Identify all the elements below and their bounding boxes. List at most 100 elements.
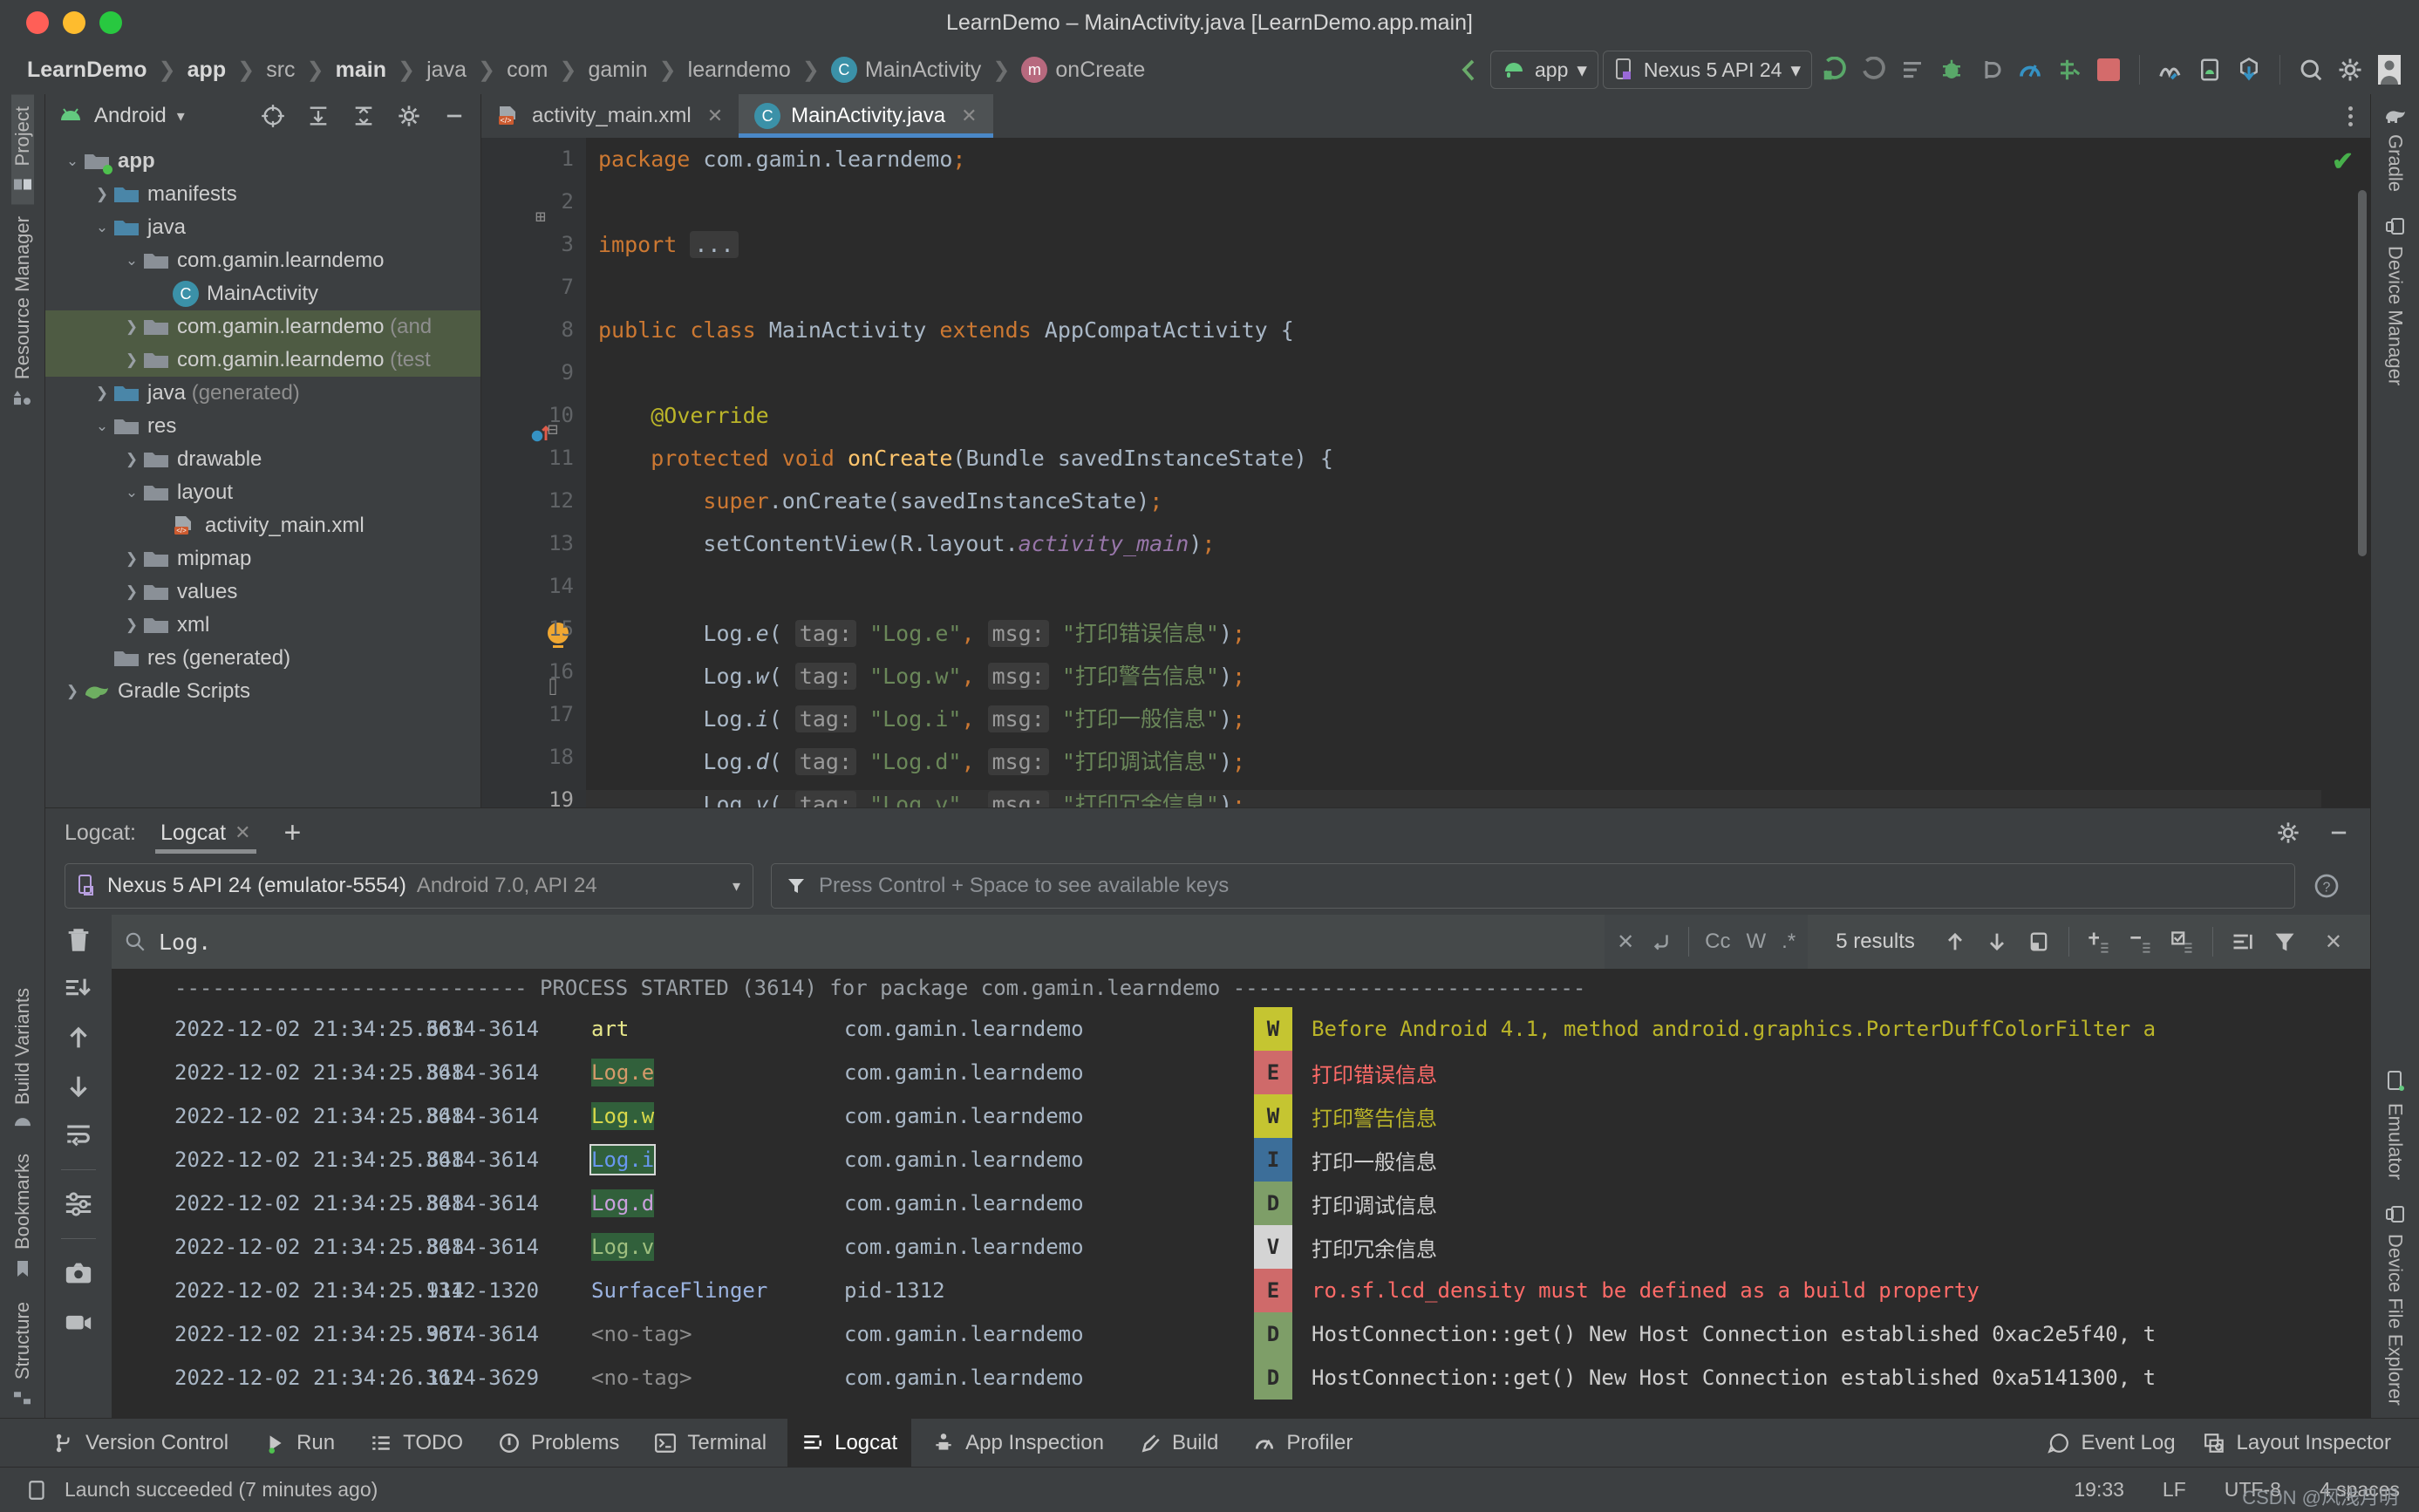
tool-window-terminal[interactable]: Terminal xyxy=(640,1419,780,1468)
avd-manager-icon[interactable] xyxy=(2192,52,2227,87)
logcat-row[interactable]: 2022-12-02 21:34:25.848 3614-3614 Log.i com… xyxy=(112,1138,2370,1182)
rail-item-resource-manager[interactable]: Resource Manager xyxy=(11,204,34,418)
breadcrumb-item-learndemo[interactable]: learndemo xyxy=(680,58,799,83)
expand-arrow-icon[interactable]: ❯ xyxy=(120,616,143,634)
settings-gear-icon[interactable] xyxy=(2271,815,2306,850)
fold-import-icon[interactable]: ⊞ xyxy=(535,206,546,227)
tree-node-java[interactable]: ❯ java (generated) xyxy=(45,377,480,410)
module-selector[interactable]: app ▾ xyxy=(1489,51,1598,89)
scroll-to-end-icon[interactable] xyxy=(64,974,93,1004)
logcat-row[interactable]: 2022-12-02 21:34:25.914 1312-1320 SurfaceF… xyxy=(112,1269,2370,1312)
match-case-toggle[interactable]: Cc xyxy=(1705,930,1730,954)
restore-icon[interactable] xyxy=(1650,930,1673,953)
arrow-down-icon[interactable] xyxy=(1985,930,2009,954)
expand-arrow-icon[interactable]: ⌄ xyxy=(120,252,143,269)
sdk-download-icon[interactable] xyxy=(2232,52,2266,87)
rail-item-emulator[interactable]: Emulator xyxy=(2384,1058,2407,1192)
tool-window-run[interactable]: Run xyxy=(249,1419,349,1468)
add-logcat-tab-button[interactable]: + xyxy=(276,816,310,850)
tree-node-mipmap[interactable]: ❯ mipmap xyxy=(45,542,480,576)
toggle-filter-icon[interactable] xyxy=(2170,930,2195,954)
debug-icon[interactable] xyxy=(1934,52,1969,87)
close-icon[interactable]: ✕ xyxy=(961,105,977,127)
editor-marker-strip[interactable]: ✔ xyxy=(2321,138,2370,807)
expand-arrow-icon[interactable]: ❯ xyxy=(120,351,143,369)
tree-node-com-gamin-learndemo[interactable]: ⌄ com.gamin.learndemo xyxy=(45,244,480,277)
code-line-19[interactable]: Log.v( tag: "Log.v", msg: "打印冗余信息"); xyxy=(598,787,1245,807)
rail-item-project[interactable]: Project xyxy=(10,94,34,205)
breadcrumb-item-learndemo[interactable]: LearnDemo xyxy=(19,58,155,83)
window-controls[interactable] xyxy=(0,11,122,34)
expand-arrow-icon[interactable]: ❯ xyxy=(120,583,143,601)
collapse-all-icon[interactable] xyxy=(346,99,381,133)
remove-filter-icon[interactable] xyxy=(2129,930,2153,954)
editor-options-kebab-icon[interactable] xyxy=(2330,94,2370,138)
tree-node-values[interactable]: ❯ values xyxy=(45,576,480,609)
device-manager-icon[interactable] xyxy=(2153,52,2188,87)
expand-arrow-icon[interactable]: ⌄ xyxy=(91,418,113,435)
logcat-device-selector[interactable]: Nexus 5 API 24 (emulator-5554) Android 7… xyxy=(65,863,753,909)
rail-item-device-manager[interactable]: Device Manager xyxy=(2384,204,2407,398)
tool-window-event-log[interactable]: Event Log xyxy=(2034,1419,2189,1468)
logcat-row[interactable]: 2022-12-02 21:34:25.848 3614-3614 Log.v com… xyxy=(112,1225,2370,1269)
chevron-down-icon[interactable]: ▾ xyxy=(177,107,185,126)
back-chevron-icon[interactable] xyxy=(1451,52,1486,87)
select-all-occurrences-icon[interactable] xyxy=(2027,930,2051,954)
format-icon[interactable] xyxy=(2231,930,2255,954)
expand-arrow-icon[interactable]: ❯ xyxy=(120,451,143,468)
code-line-16[interactable]: Log.w( tag: "Log.w", msg: "打印警告信息"); xyxy=(598,659,1245,691)
code-line-11[interactable]: protected void onCreate(Bundle savedInst… xyxy=(598,446,1333,471)
status-line-separator[interactable]: LF xyxy=(2163,1478,2186,1502)
editor-scrollbar[interactable] xyxy=(2358,190,2367,556)
tool-window-app-inspection[interactable]: App Inspection xyxy=(918,1419,1118,1468)
attach-debugger-icon[interactable] xyxy=(1973,52,2008,87)
expand-arrow-icon[interactable]: ❯ xyxy=(91,186,113,203)
breadcrumb-item-java[interactable]: java xyxy=(419,58,474,83)
help-icon[interactable]: ? xyxy=(2313,872,2351,900)
tree-node-com-gamin-learndemo[interactable]: ❯ com.gamin.learndemo (test xyxy=(45,344,480,377)
settings-sliders-icon[interactable] xyxy=(64,1189,93,1219)
tree-node-res[interactable]: ⌄ res xyxy=(45,410,480,443)
tool-window-version-control[interactable]: Version Control xyxy=(38,1419,242,1468)
hide-icon[interactable] xyxy=(437,99,472,133)
tree-node-layout[interactable]: ⌄ layout xyxy=(45,476,480,509)
screen-record-icon[interactable] xyxy=(64,1307,93,1337)
soft-wrap-icon[interactable] xyxy=(64,1120,93,1150)
expand-arrow-icon[interactable]: ❯ xyxy=(61,683,84,700)
tree-node-app[interactable]: ⌄ app xyxy=(45,145,480,178)
breadcrumb-item-oncreate[interactable]: m onCreate xyxy=(1013,57,1153,83)
code-line-12[interactable]: super.onCreate(savedInstanceState); xyxy=(598,488,1162,514)
editor-tab-activity-main-xml[interactable]: </> activity_main.xml ✕ xyxy=(481,94,739,138)
logcat-row[interactable]: 2022-12-02 21:34:25.848 3614-3614 Log.w com… xyxy=(112,1094,2370,1138)
layout-inspector-icon[interactable] xyxy=(2052,52,2087,87)
tool-window-profiler[interactable]: Profiler xyxy=(1239,1419,1366,1468)
add-filter-icon[interactable] xyxy=(2087,930,2111,954)
code-line-10[interactable]: @Override xyxy=(598,403,768,428)
logcat-row[interactable]: 2022-12-02 21:34:25.937 3614-3614 <no-tag>… xyxy=(112,1312,2370,1356)
close-icon[interactable]: ✕ xyxy=(707,105,723,127)
tree-node-manifests[interactable]: ❯ manifests xyxy=(45,178,480,211)
logcat-row[interactable]: 2022-12-02 21:34:25.848 3614-3614 Log.e com… xyxy=(112,1051,2370,1094)
rail-item-device-file-explorer[interactable]: Device File Explorer xyxy=(2384,1192,2407,1418)
logcat-output[interactable]: ---------------------------- PROCESS STA… xyxy=(112,969,2370,1418)
code-line-8[interactable]: public class MainActivity extends AppCom… xyxy=(598,317,1294,343)
expand-all-icon[interactable] xyxy=(301,99,336,133)
editor-gutter[interactable]: ⊞ ⊟ ⌷ 12378910111213141516171819202122 xyxy=(481,138,586,807)
arrow-up-icon[interactable] xyxy=(64,1023,93,1052)
breadcrumb[interactable]: LearnDemo ❯ app ❯ src ❯ main ❯ java ❯ com ❯ gamin ❯ le… xyxy=(19,57,1153,83)
regex-toggle[interactable]: .* xyxy=(1782,930,1796,954)
profiler-icon[interactable] xyxy=(2013,52,2048,87)
arrow-down-icon[interactable] xyxy=(64,1072,93,1101)
device-selector[interactable]: Nexus 5 API 24 ▾ xyxy=(1602,51,1812,89)
trash-icon[interactable] xyxy=(64,925,93,955)
logcat-row[interactable]: 2022-12-02 21:34:26.112 3614-3629 <no-tag>… xyxy=(112,1356,2370,1400)
stop-icon[interactable] xyxy=(2091,52,2126,87)
close-window-button[interactable] xyxy=(26,11,49,34)
rail-item-structure[interactable]: Structure xyxy=(11,1290,34,1418)
expand-arrow-icon[interactable]: ❯ xyxy=(120,318,143,336)
maximize-window-button[interactable] xyxy=(99,11,122,34)
code-line-3[interactable]: import ... xyxy=(598,231,739,258)
logcat-row[interactable]: 2022-12-02 21:34:25.848 3614-3614 Log.d com… xyxy=(112,1182,2370,1225)
code-text[interactable]: package com.gamin.learndemo; import ... pu… xyxy=(586,138,2321,807)
settings-gear-icon[interactable] xyxy=(2333,52,2368,87)
